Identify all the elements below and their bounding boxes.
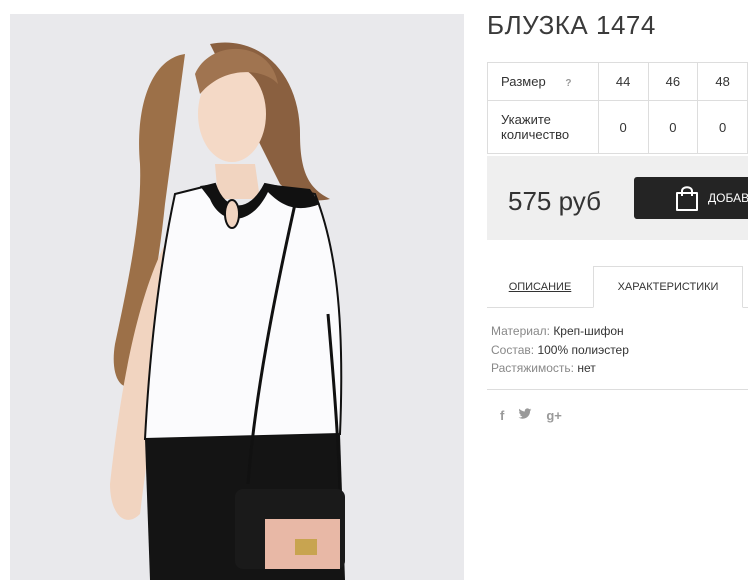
add-to-cart-label: ДОБАВИТЬ xyxy=(708,191,748,205)
size-46: 46 xyxy=(647,62,699,101)
quantity-row: Укажите количество 0 0 0 xyxy=(487,100,748,154)
twitter-icon[interactable] xyxy=(518,408,532,423)
size-label-cell: Размер ? xyxy=(487,62,599,101)
add-to-cart-button[interactable]: ДОБАВИТЬ xyxy=(634,177,748,219)
quantity-input-44[interactable]: 0 xyxy=(597,100,649,154)
property-key: Материал: xyxy=(491,324,550,338)
product-photo[interactable] xyxy=(10,14,464,580)
purchase-box: 575 руб ДОБАВИТЬ xyxy=(487,156,748,240)
property-composition: Состав: 100% полиэстер xyxy=(491,341,629,360)
product-title: БЛУЗКА 1474 xyxy=(487,10,656,40)
properties-list: Материал: Креп-шифон Состав: 100% полиэс… xyxy=(491,322,629,378)
quantity-input-48[interactable]: 0 xyxy=(697,100,748,154)
property-stretch: Растяжимость: нет xyxy=(491,359,629,378)
tab-description-label: ОПИСАНИЕ xyxy=(508,280,572,293)
size-row: Размер ? 44 46 48 xyxy=(487,62,748,101)
shopping-bag-icon xyxy=(674,184,700,212)
property-material: Материал: Креп-шифон xyxy=(491,322,629,341)
property-value: Креп-шифон xyxy=(553,324,624,338)
property-key: Состав: xyxy=(491,342,535,357)
property-value: 100% полиэстер xyxy=(537,342,629,357)
help-icon[interactable]: ? xyxy=(565,78,571,89)
size-label: Размер xyxy=(501,74,546,89)
size-48: 48 xyxy=(697,62,748,101)
social-share: f g+ xyxy=(500,408,562,423)
price: 575 руб xyxy=(508,186,601,216)
divider xyxy=(487,389,748,390)
tab-characteristics-label: ХАРАКТЕРИСТИКИ xyxy=(617,281,719,293)
tab-description[interactable]: ОПИСАНИЕ xyxy=(487,266,593,307)
property-value: нет xyxy=(577,361,596,375)
tab-characteristics[interactable]: ХАРАКТЕРИСТИКИ xyxy=(593,266,743,308)
size-44: 44 xyxy=(597,62,649,101)
facebook-icon[interactable]: f xyxy=(500,408,504,423)
quantity-label: Укажите количество xyxy=(487,100,599,154)
size-quantity-table: Размер ? 44 46 48 Укажите количество 0 0… xyxy=(487,62,748,154)
product-tabs: ОПИСАНИЕ ХАРАКТЕРИСТИКИ xyxy=(487,266,748,308)
google-plus-icon[interactable]: g+ xyxy=(546,408,562,423)
property-key: Растяжимость: xyxy=(491,361,575,375)
quantity-input-46[interactable]: 0 xyxy=(647,100,699,154)
